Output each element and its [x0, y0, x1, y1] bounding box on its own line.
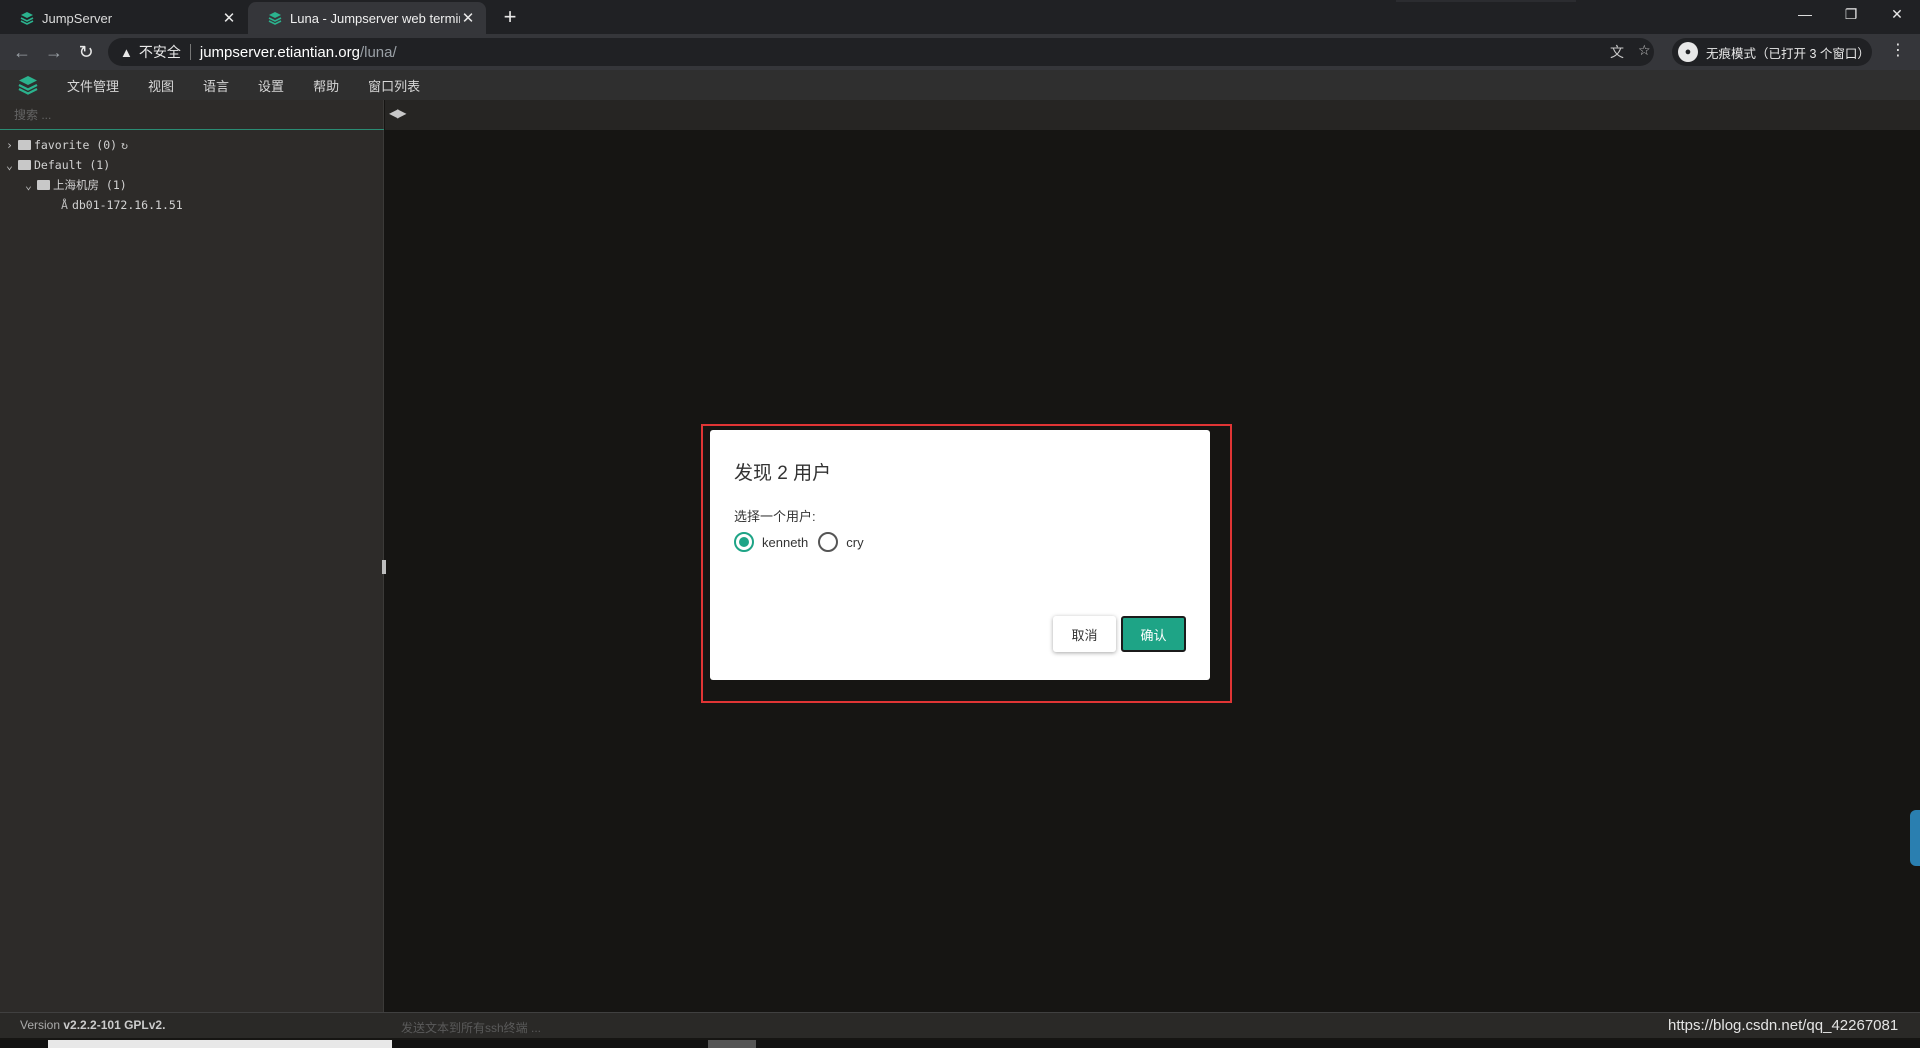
- close-tab-icon[interactable]: ✕: [221, 9, 237, 27]
- menu-view[interactable]: 视图: [148, 76, 174, 95]
- asset-sidebar: 搜索 ... › favorite (0) ↻ ⌄ Default (1) ⌄ 上海机房…: [0, 100, 384, 1012]
- forward-arrow-icon[interactable]: →: [42, 40, 66, 64]
- tab-luna[interactable]: Luna - Jumpserver web termin ✕: [248, 2, 486, 34]
- taskbar-item[interactable]: [48, 1040, 392, 1048]
- collapse-toggle-icon[interactable]: ◀▶: [389, 106, 406, 120]
- divider: [189, 44, 191, 60]
- folder-open-icon: [18, 160, 31, 170]
- user-radio-group: kenneth cry: [734, 532, 874, 552]
- jumpserver-favicon-icon: [268, 12, 282, 25]
- folder-open-icon: [37, 180, 50, 190]
- security-label[interactable]: 不安全: [139, 42, 181, 62]
- minimize-icon[interactable]: —: [1782, 0, 1828, 30]
- app-menubar: 文件管理 视图 语言 设置 帮助 窗口列表: [0, 70, 1920, 100]
- back-arrow-icon[interactable]: ←: [10, 40, 34, 64]
- radio-cry[interactable]: [818, 532, 839, 552]
- menu-file-manager[interactable]: 文件管理: [67, 76, 119, 95]
- tree-node-label: db01-172.16.1.51: [71, 198, 183, 212]
- version-info: Version v2.2.2-101 GPLv2.: [20, 1018, 165, 1032]
- linux-icon: Å: [61, 198, 68, 212]
- version-prefix: Version: [20, 1018, 64, 1032]
- dialog-label: 选择一个用户:: [734, 509, 816, 524]
- incognito-indicator[interactable]: ● 无痕模式（已打开 3 个窗口）: [1672, 38, 1872, 66]
- send-to-all-input[interactable]: 发送文本到所有ssh终端 ...: [401, 1019, 541, 1036]
- tree-node-favorite[interactable]: › favorite (0) ↻: [6, 136, 128, 154]
- incognito-label: 无痕模式（已打开 3 个窗口）: [1706, 46, 1870, 61]
- chevron-down-icon[interactable]: ⌄: [6, 156, 18, 174]
- browser-tab-bar: JumpServer ✕ Luna - Jumpserver web termi…: [0, 0, 1920, 34]
- chevron-right-icon[interactable]: ›: [6, 136, 18, 154]
- watermark: https://blog.csdn.net/qq_42267081: [1668, 1017, 1899, 1034]
- menu-settings[interactable]: 设置: [258, 76, 284, 95]
- tree-node-label: favorite (0): [34, 138, 118, 152]
- close-window-icon[interactable]: ✕: [1874, 0, 1920, 30]
- tree-node-label: Default (1): [34, 158, 111, 172]
- confirm-button[interactable]: 确认: [1121, 616, 1186, 652]
- taskbar-item[interactable]: [708, 1040, 756, 1048]
- tab-title: Luna - Jumpserver web termin: [290, 10, 460, 26]
- address-bar[interactable]: ▲ 不安全 jumpserver.etiantian.org/luna/ 文 ☆: [108, 38, 1654, 66]
- folder-icon: [18, 140, 31, 150]
- tree-node-asset[interactable]: Ådb01-172.16.1.51: [61, 196, 183, 214]
- version-number: v2.2.2-101 GPLv2.: [63, 1018, 166, 1032]
- select-user-dialog: 发现 2 用户 选择一个用户: kenneth cry 取消 确认: [710, 430, 1210, 680]
- side-widget-tab[interactable]: [1910, 810, 1920, 866]
- restore-icon[interactable]: ❐: [1828, 0, 1874, 30]
- radio-label-kenneth[interactable]: kenneth: [762, 535, 808, 550]
- jumpserver-logo-icon: [18, 76, 38, 95]
- tab-jumpserver[interactable]: JumpServer ✕: [0, 2, 247, 34]
- resize-handle[interactable]: [382, 560, 386, 574]
- status-bar: Version v2.2.2-101 GPLv2. 发送文本到所有ssh终端 .…: [0, 1012, 1920, 1038]
- search-input[interactable]: 搜索 ...: [0, 102, 384, 130]
- url-host: jumpserver.etiantian.org: [199, 43, 360, 61]
- jumpserver-favicon-icon: [20, 12, 34, 25]
- warning-triangle-icon: ▲: [120, 44, 133, 60]
- menu-language[interactable]: 语言: [203, 76, 229, 95]
- dialog-title: 发现 2 用户: [734, 463, 832, 484]
- close-tab-icon[interactable]: ✕: [460, 9, 476, 27]
- star-icon[interactable]: ☆: [1638, 42, 1651, 59]
- new-tab-button[interactable]: +: [498, 4, 522, 30]
- browser-toolbar: ← → ↻ ▲ 不安全 jumpserver.etiantian.org/lun…: [0, 34, 1920, 70]
- menu-window-list[interactable]: 窗口列表: [368, 76, 420, 95]
- workspace-tabbar: [385, 100, 1920, 130]
- radio-kenneth[interactable]: [734, 532, 754, 552]
- tab-title: JumpServer: [42, 10, 113, 26]
- tab-strip-edge: [1396, 0, 1576, 2]
- radio-label-cry[interactable]: cry: [846, 535, 863, 550]
- more-menu-icon[interactable]: ⋮: [1890, 40, 1906, 60]
- tree-node-label: 上海机房 (1): [53, 178, 127, 192]
- url-path: /luna/: [359, 43, 397, 61]
- tree-node-shanghai-room[interactable]: ⌄ 上海机房 (1): [25, 176, 127, 194]
- reload-icon[interactable]: ↻: [74, 40, 98, 64]
- chevron-down-icon[interactable]: ⌄: [25, 176, 37, 194]
- tree-node-default[interactable]: ⌄ Default (1): [6, 156, 110, 174]
- refresh-icon[interactable]: ↻: [121, 138, 128, 152]
- incognito-icon: ●: [1678, 42, 1698, 62]
- translate-icon[interactable]: 文: [1610, 42, 1624, 62]
- menu-help[interactable]: 帮助: [313, 76, 339, 95]
- cancel-button[interactable]: 取消: [1053, 616, 1116, 652]
